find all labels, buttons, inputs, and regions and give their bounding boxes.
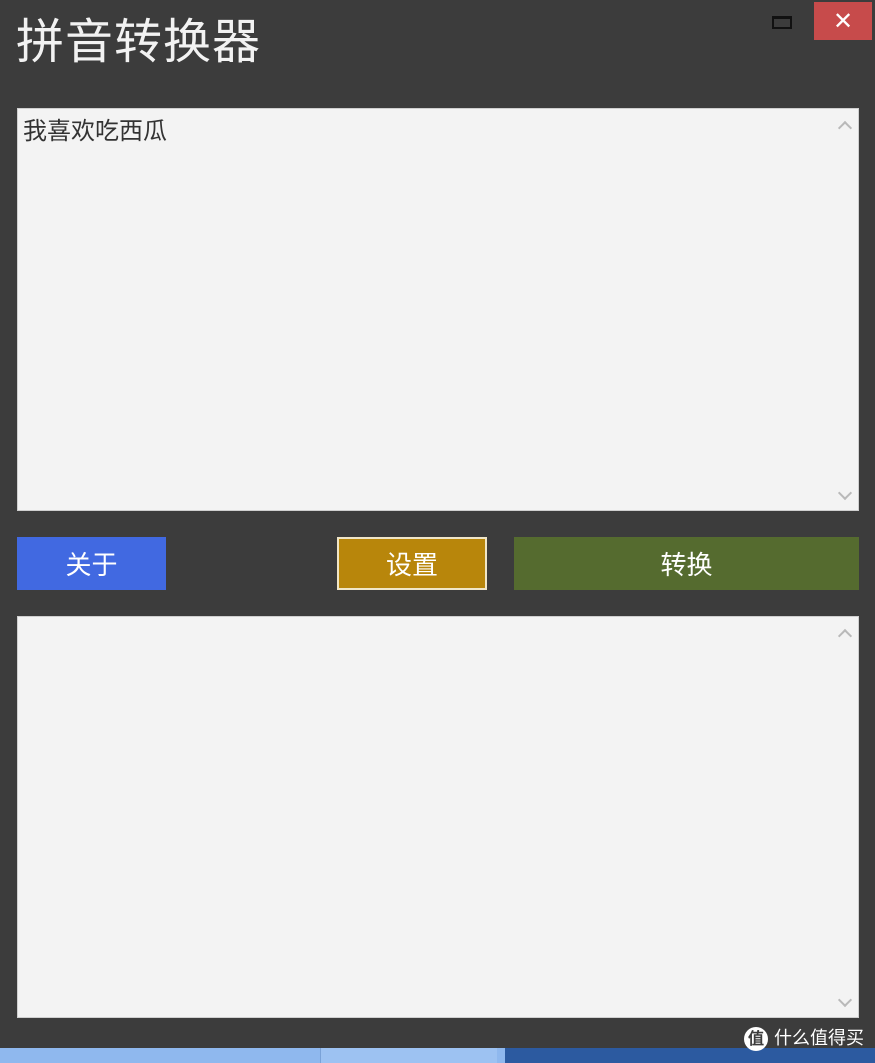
convert-button[interactable]: 转换 [514,537,859,590]
chevron-up-icon [837,628,853,644]
scroll-up-button[interactable] [837,119,853,136]
watermark-logo-icon: 值 [744,1027,768,1051]
scroll-down-button[interactable] [837,992,853,1009]
taskbar-item[interactable] [320,1048,497,1063]
close-button[interactable]: ✕ [814,2,872,40]
close-icon: ✕ [832,7,854,35]
scroll-up-button[interactable] [837,627,853,644]
chevron-down-icon [837,992,853,1008]
input-text: 我喜欢吃西瓜 [23,117,167,145]
watermark-text: 什么值得买 [774,1028,864,1049]
input-textarea[interactable]: 我喜欢吃西瓜 [17,108,859,511]
chevron-down-icon [837,485,853,501]
chevron-up-icon [837,120,853,136]
scroll-down-button[interactable] [837,485,853,502]
window-title: 拼音转换器 [16,14,262,70]
output-textarea[interactable] [17,616,859,1018]
about-button[interactable]: 关于 [17,537,166,590]
settings-button[interactable]: 设置 [337,537,487,590]
watermark: 值 什么值得买 [744,1026,864,1052]
maximize-button[interactable] [770,12,794,32]
maximize-icon [772,15,792,29]
app-window: 拼音转换器 ✕ 我喜欢吃西瓜 关于 设置 转换 [0,0,875,1048]
